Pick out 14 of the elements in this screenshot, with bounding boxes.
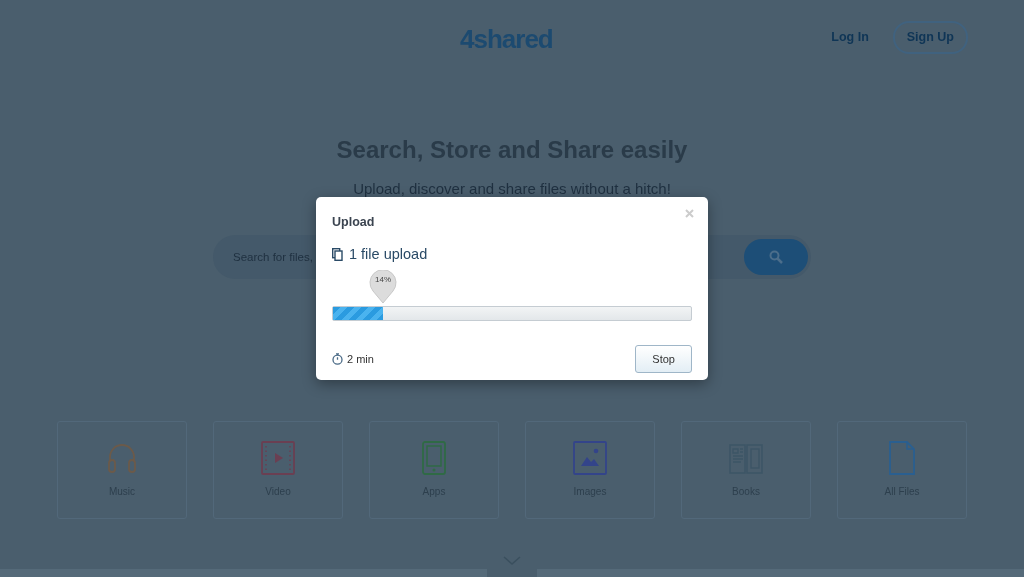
progress-percent: 14% xyxy=(375,273,392,286)
upload-heading: 1 file upload xyxy=(349,244,428,264)
stopwatch-icon xyxy=(332,352,343,365)
close-icon[interactable] xyxy=(685,209,694,218)
login-link[interactable]: Log In xyxy=(831,28,869,47)
signup-button[interactable]: Sign Up xyxy=(892,21,968,54)
stop-button[interactable]: Stop xyxy=(635,344,692,373)
image-icon xyxy=(572,440,608,476)
percent-pin xyxy=(369,269,398,304)
dialog-title: Upload xyxy=(332,214,376,231)
time-remaining: 2 min xyxy=(347,351,374,367)
video-icon xyxy=(260,440,296,476)
copy-icon xyxy=(332,248,343,262)
search-icon xyxy=(769,249,783,264)
